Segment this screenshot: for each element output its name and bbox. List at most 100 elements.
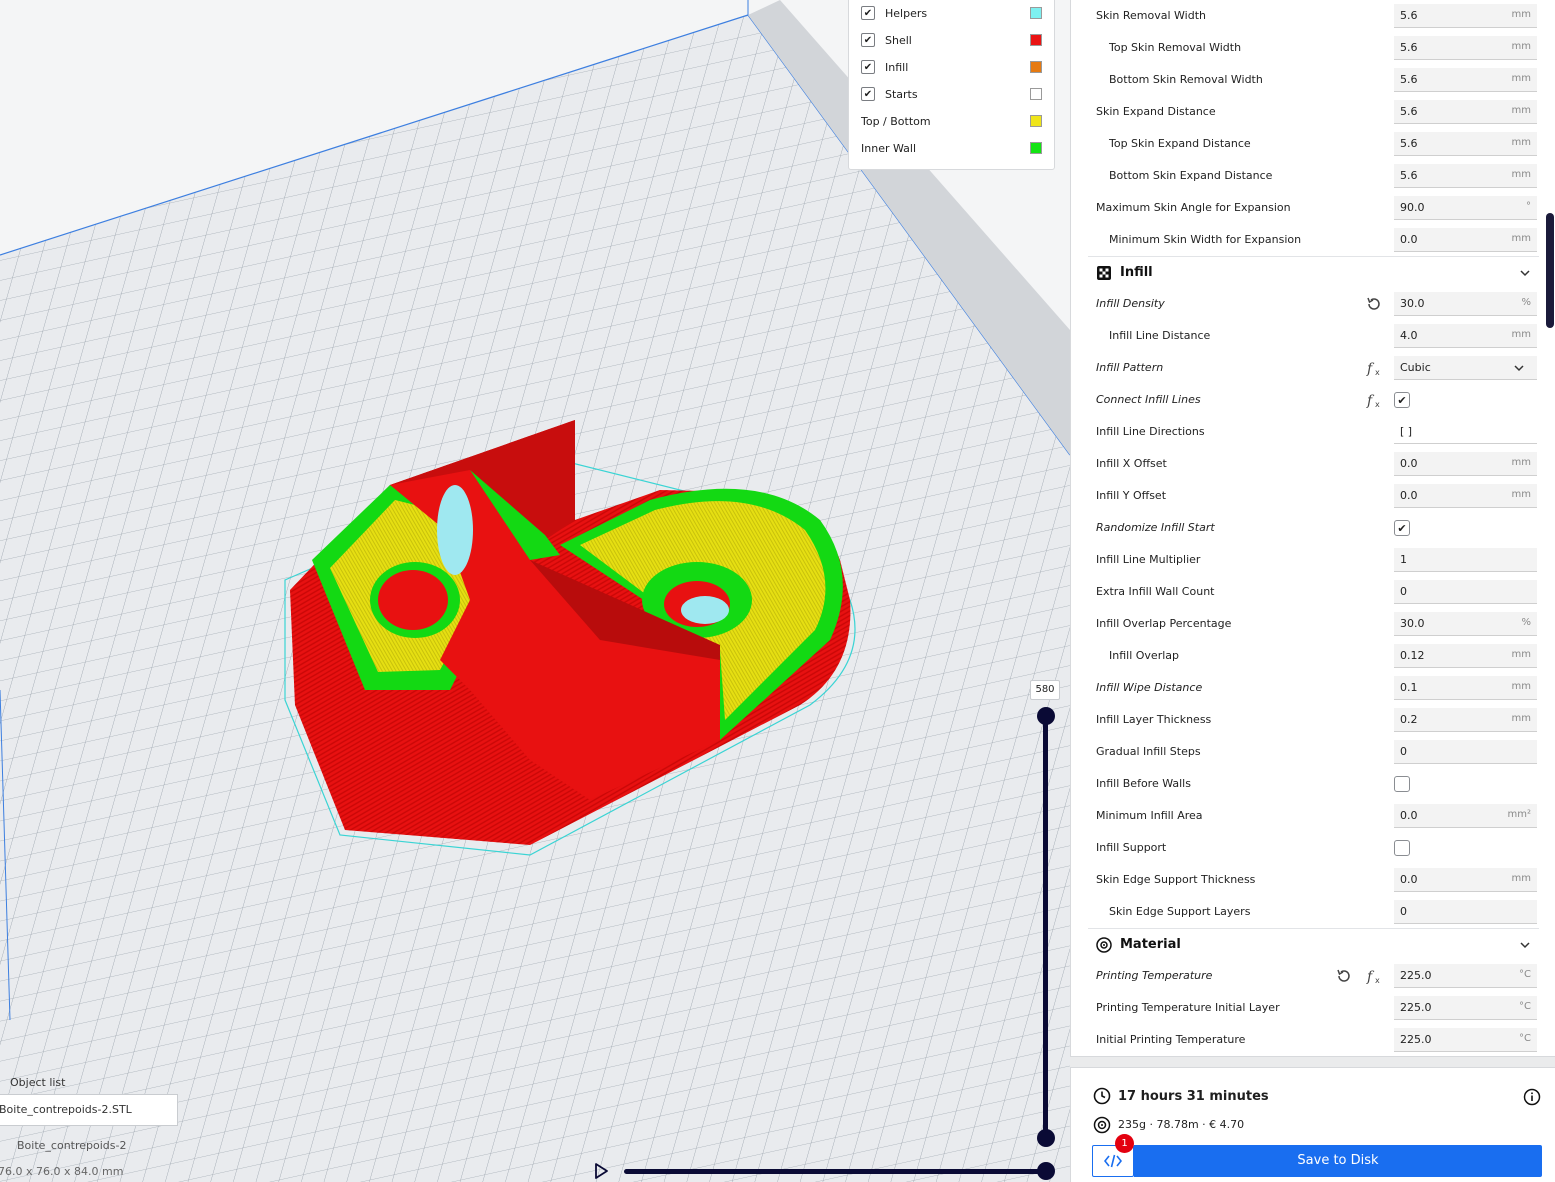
clock-icon [1093,1087,1111,1105]
setting-input[interactable]: 0.2 mm [1394,708,1537,732]
layer-slider-lower-handle[interactable] [1037,1129,1055,1147]
setting-label: Randomize Infill Start [1096,521,1215,534]
path-slider-track[interactable] [624,1169,1048,1174]
setting-row: Infill Line Directions [ ] [1071,416,1555,448]
code-icon [1104,1154,1122,1168]
setting-input[interactable]: 0.0 mm [1394,868,1537,892]
infill-category[interactable]: Infill [1088,256,1539,289]
reset-icon[interactable] [1365,295,1383,313]
setting-input[interactable]: 5.6 mm [1394,68,1537,92]
setting-input[interactable]: 4.0 mm [1394,324,1537,348]
build-plate-scene[interactable] [0,0,1070,1182]
print-settings-panel: Skin Removal Width 5.6 mm Top Skin Removal … [1070,0,1555,1057]
setting-row: Infill Overlap Percentage 30.0% [1071,608,1555,640]
setting-value: 0.1 [1400,681,1418,694]
setting-input[interactable]: 5.6 mm [1394,164,1537,188]
setting-row: Infill Density 30.0% [1071,288,1555,320]
setting-input[interactable]: 0 [1394,740,1537,764]
setting-input[interactable]: 0.1 mm [1394,676,1537,700]
setting-input[interactable]: 0.12 mm [1394,644,1537,668]
setting-label: Minimum Skin Width for Expansion [1109,233,1302,246]
setting-input[interactable]: 5.6 mm [1394,132,1537,156]
setting-input[interactable]: 30.0% [1394,292,1537,316]
infill-checkbox[interactable]: ✔ [861,60,875,74]
setting-row: Top Skin Expand Distance 5.6 mm [1071,128,1555,160]
object-name: Boite_contrepoids-2 [17,1139,127,1152]
svg-text:f: f [1366,361,1375,377]
object-list-title[interactable]: Object list [10,1076,65,1089]
category-title: Material [1120,937,1181,952]
object-list-file[interactable]: Boite_contrepoids-2.STL [0,1094,178,1126]
setting-input[interactable]: 225.0 °C [1394,964,1537,988]
setting-input[interactable]: 5.6 mm [1394,36,1537,60]
setting-row: Infill X Offset 0.0 mm [1071,448,1555,480]
setting-row: Infill Before Walls [1071,768,1555,800]
play-icon[interactable] [592,1162,610,1180]
svg-text:x: x [1375,976,1380,985]
setting-row: Printing Temperature 225.0 °C f x [1071,960,1555,992]
chevron-down-icon[interactable] [1519,267,1531,279]
setting-label: Connect Infill Lines [1096,393,1201,406]
setting-input[interactable]: 225.0 °C [1394,1028,1537,1052]
setting-input[interactable]: 0 [1394,900,1537,924]
legend-item-inner-wall: Inner Wall [861,137,1042,159]
layer-number-input[interactable]: 580 [1030,680,1060,700]
setting-checkbox[interactable]: ✔ [1394,392,1410,408]
setting-label: Gradual Infill Steps [1096,745,1201,758]
legend-item-infill[interactable]: ✔ Infill [861,56,1042,78]
setting-dropdown[interactable]: Cubic [1394,356,1537,380]
setting-input[interactable]: 0.0 mm [1394,484,1537,508]
setting-unit: mm² [1507,809,1532,820]
setting-row: Connect Infill Lines ✔ f x [1071,384,1555,416]
info-icon[interactable] [1523,1088,1541,1106]
function-icon[interactable]: fx [1365,967,1383,985]
save-to-disk-button[interactable]: Save to Disk [1134,1145,1542,1177]
layer-slider-track[interactable] [1043,716,1048,1139]
setting-input[interactable]: 30.0% [1394,612,1537,636]
settings-scrollbar[interactable] [1546,213,1554,328]
setting-value: 30.0 [1400,617,1425,630]
setting-unit: ° [1526,201,1531,212]
setting-checkbox[interactable] [1394,840,1410,856]
setting-input[interactable]: 0.0 mm [1394,228,1537,252]
setting-input[interactable]: 0.0 mm [1394,452,1537,476]
layer-slider-upper-handle[interactable] [1037,707,1055,725]
function-icon[interactable]: fx [1365,359,1383,377]
setting-input[interactable]: 1 [1394,548,1537,572]
function-icon[interactable]: fx [1365,391,1383,409]
setting-input[interactable]: 5.6 mm [1394,100,1537,124]
setting-row: Top Skin Removal Width 5.6 mm [1071,32,1555,64]
starts-checkbox[interactable]: ✔ [861,87,875,101]
shell-swatch [1030,34,1042,46]
setting-input[interactable]: 90.0 ° [1394,196,1537,220]
chevron-down-icon[interactable] [1513,362,1525,374]
chevron-down-icon[interactable] [1519,939,1531,951]
setting-input[interactable]: 5.6 mm [1394,4,1537,28]
setting-value: 0.0 [1400,233,1418,246]
svg-text:x: x [1375,368,1380,377]
path-slider-handle[interactable] [1037,1162,1055,1180]
setting-row: Printing Temperature Initial Layer 225.0 °… [1071,992,1555,1024]
reset-icon[interactable] [1335,967,1353,985]
setting-input[interactable]: [ ] [1394,420,1537,444]
setting-checkbox[interactable]: ✔ [1394,520,1410,536]
legend-item-helpers[interactable]: ✔ Helpers [861,2,1042,24]
setting-row: Skin Expand Distance 5.6 mm [1071,96,1555,128]
setting-unit: % [1521,617,1531,628]
setting-input[interactable]: 0 [1394,580,1537,604]
3d-viewport[interactable]: ✔ Helpers ✔ Shell ✔ Infill ✔ Starts Top … [0,0,1070,1182]
material-category[interactable]: Material [1088,928,1539,961]
setting-input[interactable]: 225.0 °C [1394,996,1537,1020]
setting-unit: mm [1511,73,1531,84]
setting-row: Skin Edge Support Layers 0 [1071,896,1555,928]
legend-item-shell[interactable]: ✔ Shell [861,29,1042,51]
legend-label: Top / Bottom [861,114,931,128]
shell-checkbox[interactable]: ✔ [861,33,875,47]
setting-value: 5.6 [1400,73,1418,86]
setting-input[interactable]: 0.0 mm² [1394,804,1537,828]
helpers-checkbox[interactable]: ✔ [861,6,875,20]
setting-checkbox[interactable] [1394,776,1410,792]
setting-unit: mm [1511,41,1531,52]
setting-unit: mm [1511,489,1531,500]
legend-item-starts[interactable]: ✔ Starts [861,83,1042,105]
